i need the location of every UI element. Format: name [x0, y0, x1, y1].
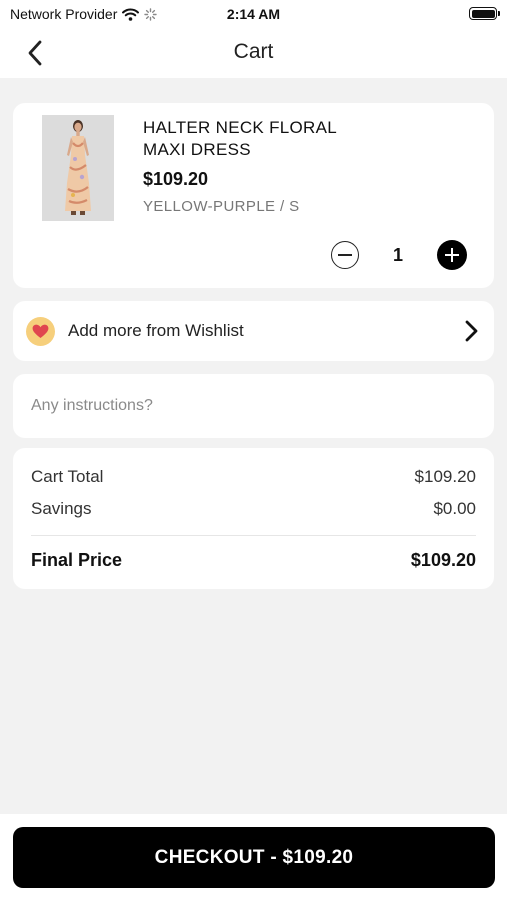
- activity-spinner-icon: [144, 7, 158, 21]
- carrier-label: Network Provider: [10, 6, 118, 22]
- decrease-quantity-button[interactable]: [331, 241, 359, 269]
- instructions-card: [13, 374, 494, 438]
- product-price: $109.20: [143, 169, 209, 189]
- product-image[interactable]: [42, 115, 114, 221]
- battery-icon: [469, 7, 500, 20]
- chevron-right-icon: [465, 320, 478, 342]
- product-name-line2: MAXI DRESS: [143, 140, 251, 159]
- savings-value: $0.00: [433, 499, 476, 518]
- dress-model-image: [42, 115, 114, 221]
- product-name[interactable]: HALTER NECK FLORAL MAXI DRESS: [143, 117, 403, 161]
- quantity-stepper: 1: [331, 240, 467, 270]
- cart-total-value: $109.20: [414, 467, 476, 486]
- final-price-row: Final Price $109.20: [31, 550, 476, 571]
- wishlist-badge: [26, 317, 55, 346]
- savings-row: Savings $0.00: [31, 499, 476, 519]
- final-price-label: Final Price: [31, 550, 123, 570]
- cart-total-row: Cart Total $109.20: [31, 467, 476, 487]
- wishlist-row[interactable]: Add more from Wishlist: [13, 301, 494, 361]
- product-variant: YELLOW-PURPLE / S: [143, 198, 300, 215]
- instructions-input[interactable]: [31, 386, 471, 426]
- heart-icon: [32, 324, 49, 338]
- checkout-button[interactable]: CHECKOUT - $109.20: [13, 827, 495, 888]
- nav-bar: Cart: [0, 28, 507, 78]
- minus-icon: [338, 254, 352, 256]
- status-left: Network Provider: [10, 6, 158, 22]
- quantity-value: 1: [392, 244, 403, 265]
- checkout-bar: CHECKOUT - $109.20: [0, 814, 507, 900]
- status-bar: Network Provider 2:14 AM: [0, 0, 507, 28]
- increase-quantity-button[interactable]: [437, 240, 467, 270]
- order-summary-card: Cart Total $109.20 Savings $0.00 Final P…: [13, 448, 494, 589]
- wifi-icon: [122, 8, 140, 21]
- cart-total-label: Cart Total: [31, 467, 104, 486]
- cart-item-card: HALTER NECK FLORAL MAXI DRESS $109.20 YE…: [13, 103, 494, 288]
- final-price-value: $109.20: [410, 550, 476, 570]
- savings-label: Savings: [31, 499, 92, 518]
- product-name-line1: HALTER NECK FLORAL: [143, 118, 338, 137]
- wishlist-label: Add more from Wishlist: [68, 321, 244, 340]
- summary-divider: [31, 535, 476, 536]
- page-title: Cart: [233, 40, 274, 63]
